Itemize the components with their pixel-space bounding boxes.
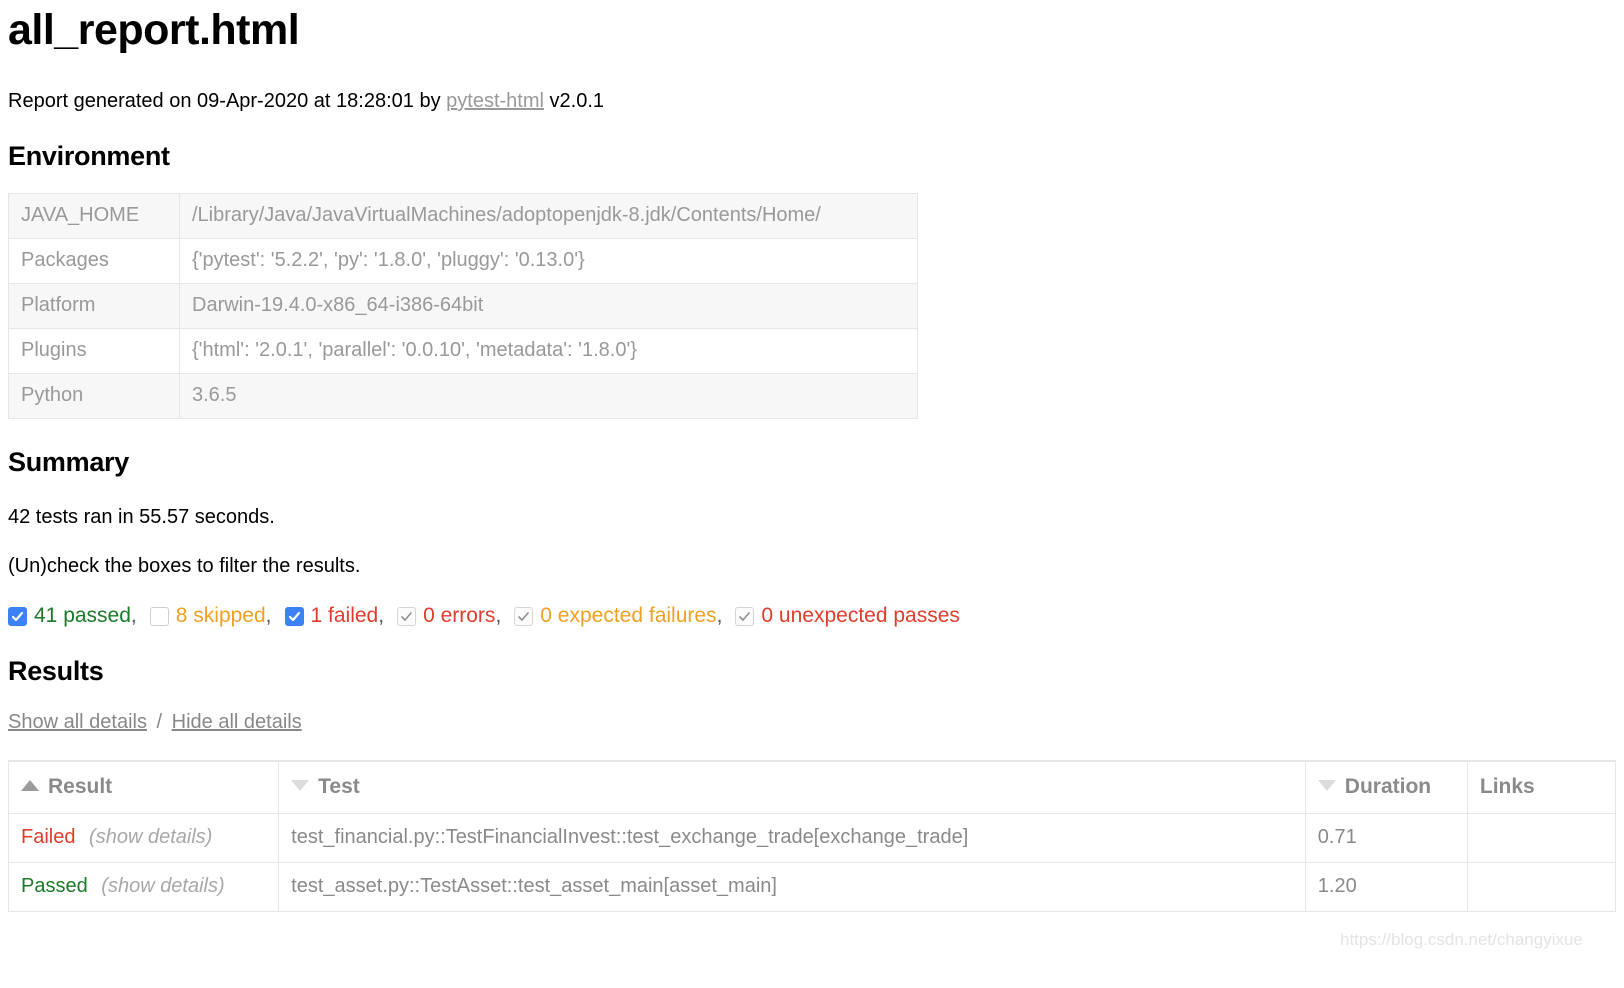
filter-failed[interactable]: 1 failed [284, 604, 379, 628]
tests-ran-text: 42 tests ran in 55.57 seconds. [8, 506, 275, 529]
filter-separator: , [495, 604, 502, 628]
filter-label-unexpected-passes: 0 unexpected passes [761, 604, 960, 628]
table-row[interactable]: Failed (show details) test_financial.py:… [7, 813, 1617, 864]
filter-separator: , [716, 604, 723, 628]
table-row: Plugins {'html': '2.0.1', 'parallel': '0… [8, 328, 918, 375]
test-name-cell: test_financial.py::TestFinancialInvest::… [278, 813, 1306, 864]
checkbox-errors[interactable] [397, 606, 417, 626]
filter-hint-text: (Un)check the boxes to filter the result… [8, 555, 361, 578]
filter-errors[interactable]: 0 errors [397, 604, 495, 628]
filter-label-errors: 0 errors [423, 604, 496, 628]
filter-passed[interactable]: 41 passed [8, 604, 131, 628]
filter-separator: , [265, 604, 272, 628]
links-cell [1466, 862, 1617, 913]
environment-key: Packages [8, 238, 180, 285]
filter-label-failed: 1 failed [310, 604, 379, 628]
test-name-cell: test_asset.py::TestAsset::test_asset_mai… [278, 862, 1306, 913]
filter-label-passed: 41 passed [34, 604, 131, 628]
table-row: JAVA_HOME /Library/Java/JavaVirtualMachi… [8, 193, 918, 240]
environment-value: /Library/Java/JavaVirtualMachines/adopto… [179, 193, 918, 240]
generated-date: 09-Apr-2020 [197, 90, 309, 113]
generator-version: v2.0.1 [549, 90, 604, 113]
environment-table: JAVA_HOME /Library/Java/JavaVirtualMachi… [8, 193, 918, 420]
generated-time: 18:28:01 [336, 90, 414, 113]
detail-links-separator: / [156, 711, 163, 734]
outcome-label: Passed [21, 875, 88, 898]
checkbox-expected-failures[interactable] [514, 606, 534, 626]
table-row: Packages {'pytest': '5.2.2', 'py': '1.8.… [8, 238, 918, 285]
sort-ascending-icon [21, 780, 39, 792]
column-label-result: Result [48, 775, 113, 799]
report-page: all_report.html Report generated on 09-A… [0, 6, 1624, 913]
results-heading: Results [8, 656, 104, 687]
results-table-head: Result Test Duration Links [7, 760, 1617, 815]
checkbox-skipped[interactable] [149, 606, 169, 626]
filter-label-expected-failures: 0 expected failures [540, 604, 717, 628]
table-row[interactable]: Passed (show details) test_asset.py::Tes… [7, 862, 1617, 913]
result-cell: Failed (show details) [7, 813, 280, 864]
environment-key: JAVA_HOME [8, 193, 180, 240]
results-header-row: Result Test Duration Links [7, 760, 1617, 815]
results-table: Result Test Duration Links Failed (show … [7, 760, 1617, 913]
summary-heading: Summary [8, 447, 129, 478]
filter-skipped[interactable]: 8 skipped [149, 604, 266, 628]
environment-key: Python [8, 373, 180, 420]
results-table-body: Failed (show details) test_financial.py:… [7, 813, 1617, 913]
generated-by-word: by [419, 90, 441, 113]
table-row: Platform Darwin-19.4.0-x86_64-i386-64bit [8, 283, 918, 330]
column-header-duration[interactable]: Duration [1304, 760, 1468, 815]
environment-value: {'html': '2.0.1', 'parallel': '0.0.10', … [179, 328, 918, 375]
environment-value: {'pytest': '5.2.2', 'py': '1.8.0', 'plug… [179, 238, 918, 285]
environment-value: 3.6.5 [179, 373, 918, 420]
checkbox-failed[interactable] [284, 606, 304, 626]
filter-expected-failures[interactable]: 0 expected failures [514, 604, 717, 628]
checkbox-passed[interactable] [8, 606, 27, 626]
column-label-links: Links [1479, 775, 1535, 799]
environment-heading: Environment [8, 141, 170, 172]
environment-table-body: JAVA_HOME /Library/Java/JavaVirtualMachi… [8, 193, 918, 420]
environment-key: Platform [8, 283, 180, 330]
table-row: Python 3.6.5 [8, 373, 918, 420]
watermark-text: https://blog.csdn.net/changyixue [1340, 930, 1583, 949]
sort-descending-icon [1317, 780, 1336, 792]
environment-value: Darwin-19.4.0-x86_64-i386-64bit [179, 283, 918, 330]
show-all-details-link[interactable]: Show all details [8, 711, 147, 733]
environment-key: Plugins [8, 328, 180, 375]
sort-descending-icon [291, 780, 310, 792]
pytest-html-link[interactable]: pytest-html [446, 90, 544, 112]
generated-line: Report generated on 09-Apr-2020 at 18:28… [8, 89, 1616, 113]
result-filters: 41 passed , 8 skipped , 1 failed , 0 err… [8, 604, 1616, 628]
generated-prefix: Report generated on [8, 90, 192, 113]
filter-unexpected-passes[interactable]: 0 unexpected passes [735, 604, 960, 628]
detail-toggle-links: Show all details / Hide all details [8, 711, 1616, 734]
show-details-link[interactable]: (show details) [101, 875, 224, 897]
result-cell: Passed (show details) [7, 862, 280, 913]
hide-all-details-link[interactable]: Hide all details [172, 711, 302, 733]
duration-cell: 0.71 [1304, 813, 1468, 864]
checkbox-unexpected-passes[interactable] [735, 606, 755, 626]
outcome-label: Failed [21, 826, 76, 849]
duration-cell: 1.20 [1304, 862, 1468, 913]
column-header-test[interactable]: Test [278, 760, 1306, 815]
column-header-links[interactable]: Links [1466, 760, 1617, 815]
generated-at-word: at [313, 90, 331, 113]
filter-separator: , [378, 604, 385, 628]
column-label-test: Test [318, 775, 360, 799]
filter-label-skipped: 8 skipped [175, 604, 266, 628]
page-title: all_report.html [8, 6, 300, 54]
show-details-link[interactable]: (show details) [89, 826, 212, 848]
column-label-duration: Duration [1344, 775, 1432, 799]
column-header-result[interactable]: Result [7, 760, 280, 815]
links-cell [1466, 813, 1617, 864]
filter-separator: , [130, 604, 137, 628]
